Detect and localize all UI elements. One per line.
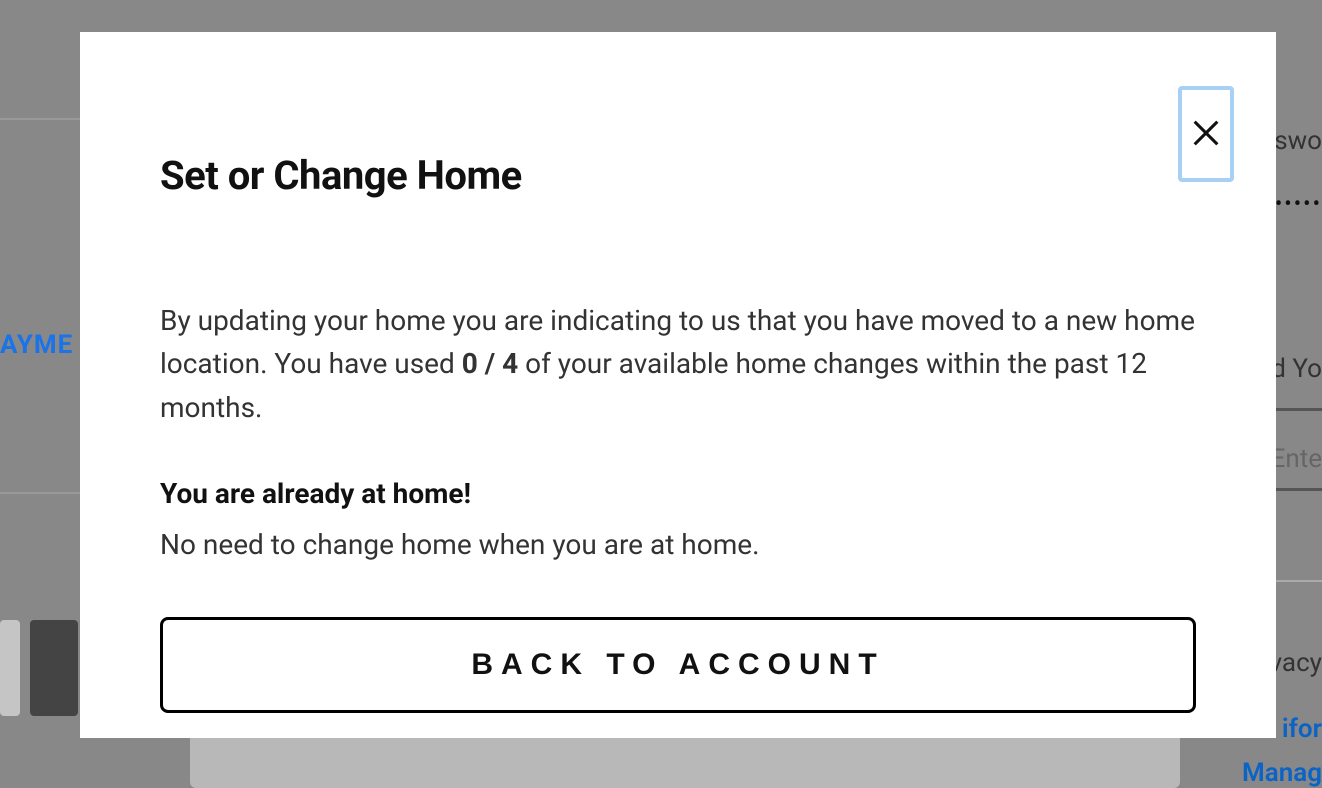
modal-title: Set or Change Home xyxy=(160,152,1196,199)
close-icon xyxy=(1189,116,1223,153)
back-to-account-button[interactable]: BACK TO ACCOUNT xyxy=(160,617,1196,713)
modal-body-text: By updating your home you are indicating… xyxy=(160,299,1196,429)
back-button-label: BACK TO ACCOUNT xyxy=(471,648,884,682)
modal-subtext: No need to change home when you are at h… xyxy=(160,528,1196,561)
set-home-modal: Set or Change Home By updating your home… xyxy=(80,32,1276,738)
close-button[interactable] xyxy=(1178,86,1234,182)
modal-overlay: Set or Change Home By updating your home… xyxy=(0,0,1322,788)
modal-subtitle: You are already at home! xyxy=(160,477,1196,510)
modal-usage-count: 0 / 4 xyxy=(462,347,518,380)
